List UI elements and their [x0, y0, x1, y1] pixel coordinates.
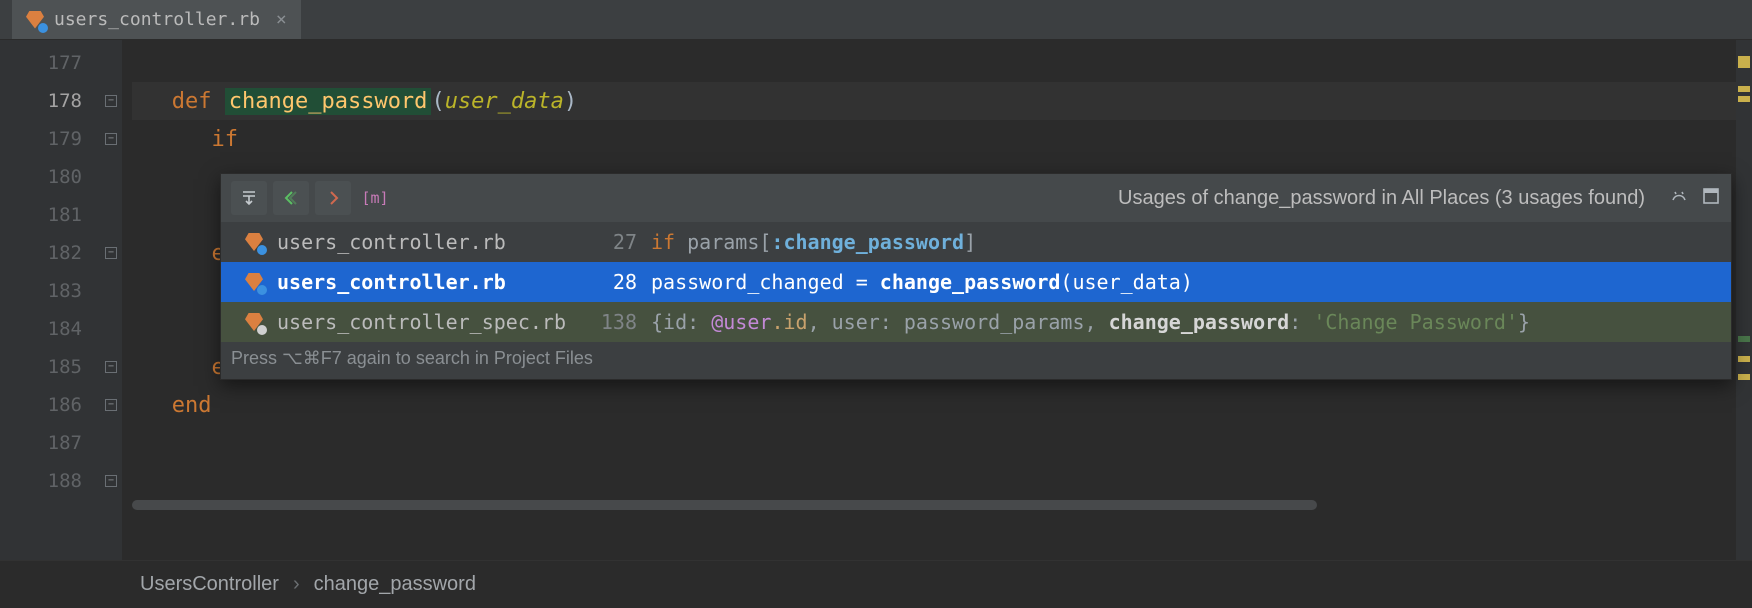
keyword-if: if: [211, 127, 238, 152]
fold-toggle[interactable]: [100, 310, 122, 348]
keyword-end: end: [172, 393, 212, 418]
usage-line: 138: [591, 310, 637, 334]
tab-bar: users_controller.rb ×: [0, 0, 1752, 40]
usage-line: 28: [591, 270, 637, 294]
scope-badge[interactable]: [m]: [357, 181, 393, 215]
breadcrumb: UsersController › change_password: [0, 560, 1752, 608]
inspection-marker[interactable]: [1738, 56, 1750, 68]
line-number[interactable]: 187: [0, 424, 100, 462]
code-line-179[interactable]: if: [132, 120, 1736, 158]
fold-toggle[interactable]: −: [100, 82, 122, 120]
usage-filename: users_controller_spec.rb: [277, 310, 577, 334]
scrollbar-thumb[interactable]: [132, 500, 1317, 510]
usage-snippet: password_changed = change_password(user_…: [651, 270, 1193, 294]
code-line-186[interactable]: end: [132, 386, 1736, 424]
line-number[interactable]: 180: [0, 158, 100, 196]
line-gutter: 177178179180181182183184185186187188: [0, 40, 100, 560]
usage-filename: users_controller.rb: [277, 230, 577, 254]
tab-label: users_controller.rb: [54, 9, 260, 30]
usage-snippet: {id: @user.id, user: password_params, ch…: [651, 310, 1530, 334]
usages-popup: [m] Usages of change_password in All Pla…: [220, 173, 1732, 380]
editor-area: 177178179180181182183184185186187188 −−−…: [0, 40, 1752, 560]
chevron-right-icon: ›: [293, 573, 300, 596]
fold-toggle[interactable]: −: [100, 120, 122, 158]
line-number[interactable]: 181: [0, 196, 100, 234]
popup-toolbar: [m] Usages of change_password in All Pla…: [221, 174, 1731, 222]
fold-toggle[interactable]: −: [100, 234, 122, 272]
horizontal-scrollbar[interactable]: [132, 498, 1734, 512]
marker[interactable]: [1738, 336, 1750, 342]
paren-close: ): [564, 89, 577, 114]
ruby-spec-file-icon: [245, 313, 263, 331]
usage-filename: users_controller.rb: [277, 270, 577, 294]
line-number[interactable]: 188: [0, 462, 100, 500]
marker[interactable]: [1738, 356, 1750, 362]
next-occurrence-button[interactable]: [315, 181, 351, 215]
line-number[interactable]: 179: [0, 120, 100, 158]
popup-title: Usages of change_password in All Places …: [1118, 187, 1645, 210]
code-line-178[interactable]: def change_password ( user_data ): [132, 82, 1736, 120]
crumb-method[interactable]: change_password: [314, 573, 476, 596]
fold-toggle[interactable]: −: [100, 386, 122, 424]
line-number[interactable]: 183: [0, 272, 100, 310]
fold-toggle[interactable]: [100, 424, 122, 462]
code-line-187[interactable]: [132, 424, 1736, 462]
fold-column: −−−−−−: [100, 40, 122, 560]
ruby-file-icon: [245, 273, 263, 291]
usage-row-0[interactable]: users_controller.rb 27 if params[:change…: [221, 222, 1731, 262]
usage-line: 27: [591, 230, 637, 254]
usage-snippet: if params[:change_password]: [651, 230, 976, 254]
tab-users-controller[interactable]: users_controller.rb ×: [12, 0, 301, 39]
paren-open: (: [431, 89, 444, 114]
line-number[interactable]: 186: [0, 386, 100, 424]
keyword-def: def: [172, 89, 212, 114]
argument-user-data: user_data: [445, 89, 564, 114]
prev-occurrence-button[interactable]: [273, 181, 309, 215]
ruby-file-icon: [26, 11, 44, 29]
crumb-class[interactable]: UsersController: [140, 573, 279, 596]
line-number[interactable]: 182: [0, 234, 100, 272]
usage-row-2[interactable]: users_controller_spec.rb 138 {id: @user.…: [221, 302, 1731, 342]
line-number[interactable]: 178: [0, 82, 100, 120]
line-number[interactable]: 185: [0, 348, 100, 386]
settings-icon[interactable]: [1669, 186, 1689, 211]
pin-icon[interactable]: [1701, 186, 1721, 211]
function-name[interactable]: change_password: [225, 88, 432, 115]
ruby-file-icon: [245, 233, 263, 251]
marker[interactable]: [1738, 374, 1750, 380]
usage-row-1[interactable]: users_controller.rb 28 password_changed …: [221, 262, 1731, 302]
open-find-tool-window-button[interactable]: [231, 181, 267, 215]
popup-hint: Press ⌥⌘F7 again to search in Project Fi…: [221, 342, 1731, 379]
code-line-188[interactable]: [132, 462, 1736, 500]
fold-toggle[interactable]: [100, 272, 122, 310]
line-number[interactable]: 184: [0, 310, 100, 348]
fold-toggle[interactable]: [100, 158, 122, 196]
code-line-177[interactable]: [132, 44, 1736, 82]
marker[interactable]: [1738, 96, 1750, 102]
fold-toggle[interactable]: [100, 196, 122, 234]
fold-toggle[interactable]: −: [100, 348, 122, 386]
fold-toggle[interactable]: −: [100, 462, 122, 500]
marker-strip[interactable]: [1736, 40, 1752, 560]
close-tab-icon[interactable]: ×: [276, 9, 287, 30]
line-number[interactable]: 177: [0, 44, 100, 82]
fold-toggle[interactable]: [100, 44, 122, 82]
marker[interactable]: [1738, 86, 1750, 92]
